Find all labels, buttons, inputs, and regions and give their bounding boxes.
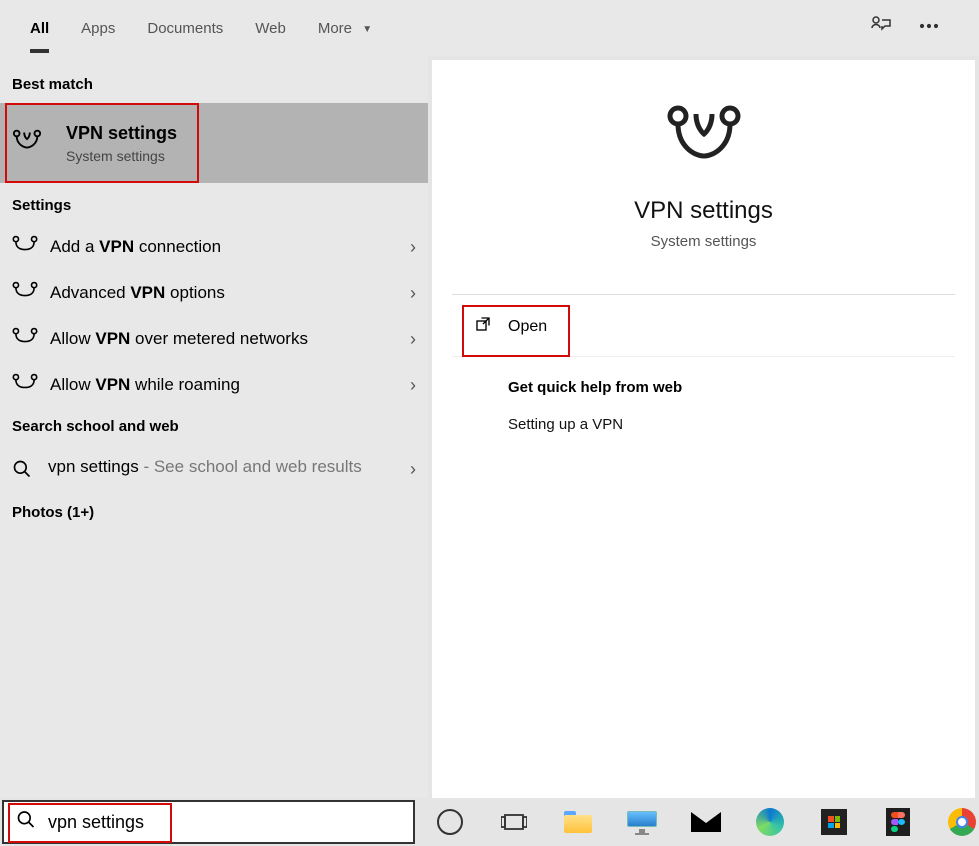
preview-title: VPN settings bbox=[634, 197, 773, 225]
mail-icon bbox=[691, 812, 721, 832]
photos-heading: Photos (1+) bbox=[0, 494, 428, 531]
settings-item-label: Allow VPN over metered networks bbox=[50, 329, 410, 349]
network-icon bbox=[12, 281, 36, 305]
best-match-subtitle: System settings bbox=[66, 148, 177, 164]
chevron-right-icon: › bbox=[410, 459, 416, 480]
search-web-heading: Search school and web bbox=[0, 408, 428, 445]
vpn-settings-icon bbox=[12, 128, 42, 158]
settings-item-advanced-vpn[interactable]: Advanced VPN options › bbox=[0, 270, 428, 316]
figma-button[interactable] bbox=[881, 805, 915, 839]
tab-apps[interactable]: Apps bbox=[65, 12, 131, 45]
results-pane: Best match VPN settings System settings … bbox=[0, 56, 428, 846]
chevron-right-icon: › bbox=[410, 283, 416, 304]
tab-documents[interactable]: Documents bbox=[131, 12, 239, 45]
search-filter-tabbar: All Apps Documents Web More ▼ bbox=[0, 0, 979, 56]
network-icon bbox=[12, 373, 36, 397]
store-button[interactable] bbox=[817, 805, 851, 839]
search-icon bbox=[16, 810, 36, 835]
taskbar-search-box[interactable] bbox=[2, 800, 415, 844]
more-options-icon[interactable] bbox=[917, 14, 941, 43]
tab-all[interactable]: All bbox=[14, 12, 65, 45]
store-icon bbox=[821, 809, 847, 835]
settings-item-vpn-metered[interactable]: Allow VPN over metered networks › bbox=[0, 316, 428, 362]
open-label: Open bbox=[508, 318, 547, 336]
mail-button[interactable] bbox=[689, 805, 723, 839]
monitor-icon bbox=[627, 811, 657, 833]
cortana-button[interactable] bbox=[433, 805, 467, 839]
divider bbox=[452, 356, 955, 357]
settings-heading: Settings bbox=[0, 183, 428, 224]
chrome-icon bbox=[948, 808, 976, 836]
preview-subtitle: System settings bbox=[651, 233, 757, 250]
edge-icon bbox=[756, 808, 784, 836]
feedback-icon[interactable] bbox=[869, 14, 893, 43]
folder-icon bbox=[564, 811, 592, 833]
best-match-heading: Best match bbox=[0, 70, 428, 103]
settings-item-add-vpn[interactable]: Add a VPN connection › bbox=[0, 224, 428, 270]
quick-help-heading: Get quick help from web bbox=[508, 379, 682, 396]
chevron-right-icon: › bbox=[410, 375, 416, 396]
task-view-button[interactable] bbox=[497, 805, 531, 839]
figma-icon bbox=[886, 808, 910, 836]
preview-pane: VPN settings System settings Open Get qu… bbox=[432, 60, 975, 842]
chevron-right-icon: › bbox=[410, 329, 416, 350]
web-search-label: vpn settings - See school and web result… bbox=[48, 455, 410, 480]
open-button[interactable]: Open bbox=[466, 305, 563, 348]
taskbar bbox=[0, 798, 979, 846]
quick-help-link[interactable]: Setting up a VPN bbox=[508, 416, 623, 433]
network-icon bbox=[12, 327, 36, 351]
network-icon bbox=[12, 235, 36, 259]
settings-item-label: Add a VPN connection bbox=[50, 237, 410, 257]
settings-item-label: Advanced VPN options bbox=[50, 283, 410, 303]
task-view-icon bbox=[501, 811, 527, 833]
best-match-result[interactable]: VPN settings System settings bbox=[0, 103, 428, 183]
web-search-result[interactable]: vpn settings - See school and web result… bbox=[0, 445, 428, 494]
tab-web[interactable]: Web bbox=[239, 12, 302, 45]
settings-item-label: Allow VPN while roaming bbox=[50, 375, 410, 395]
tab-more-label: More bbox=[318, 20, 352, 37]
file-explorer-button[interactable] bbox=[561, 805, 595, 839]
open-external-icon bbox=[474, 315, 492, 338]
chevron-down-icon: ▼ bbox=[362, 24, 372, 35]
vpn-settings-hero-icon bbox=[664, 104, 744, 169]
search-input[interactable] bbox=[4, 802, 413, 842]
best-match-title: VPN settings bbox=[66, 123, 177, 144]
chrome-button[interactable] bbox=[945, 805, 979, 839]
cortana-icon bbox=[437, 809, 463, 835]
settings-item-vpn-roaming[interactable]: Allow VPN while roaming › bbox=[0, 362, 428, 408]
search-icon bbox=[12, 459, 32, 484]
chevron-right-icon: › bbox=[410, 237, 416, 258]
edge-button[interactable] bbox=[753, 805, 787, 839]
this-pc-button[interactable] bbox=[625, 805, 659, 839]
tab-more[interactable]: More ▼ bbox=[302, 12, 388, 45]
divider bbox=[452, 294, 955, 295]
